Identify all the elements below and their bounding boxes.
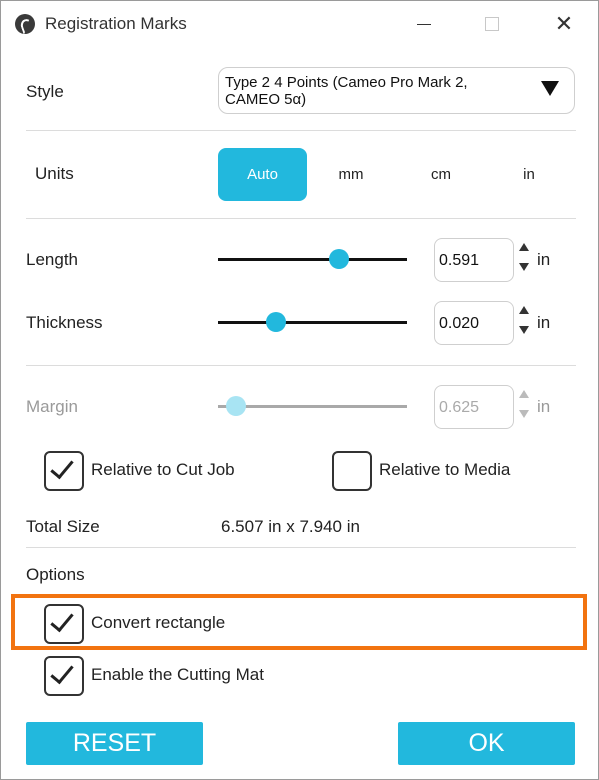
margin-unit: in [537,397,551,416]
relative-to-cut-job-label[interactable]: Relative to Cut Job [91,460,235,480]
silhouette-logo-icon [15,14,35,34]
length-spinner[interactable] [518,241,530,277]
checkmark-icon [50,607,74,633]
triangle-up-icon [519,390,529,398]
length-slider[interactable] [218,258,407,261]
length-value: 0.591 [439,252,480,269]
close-icon: ✕ [554,11,574,36]
total-size-label: Total Size [26,517,100,536]
unit-cm-button[interactable]: cm [411,148,471,201]
margin-spinner [518,388,530,424]
divider [26,218,576,219]
convert-rectangle-checkbox[interactable] [44,604,84,644]
convert-rectangle-label[interactable]: Convert rectangle [91,613,225,633]
length-label: Length [26,250,78,269]
maximize-button[interactable] [469,1,515,47]
style-selected-value: Type 2 4 Points (Cameo Pro Mark 2, CAMEO… [225,74,468,108]
triangle-up-icon[interactable] [519,243,529,251]
maximize-icon [485,17,499,31]
unit-in-button[interactable]: in [499,148,559,201]
enable-cutting-mat-label[interactable]: Enable the Cutting Mat [91,665,264,685]
triangle-down-icon[interactable] [519,263,529,271]
divider [26,130,576,131]
thickness-input[interactable]: 0.020 [434,301,514,345]
triangle-up-icon[interactable] [519,306,529,314]
margin-slider [218,405,407,408]
ok-button[interactable]: OK [398,722,575,765]
margin-slider-thumb [226,396,246,416]
style-dropdown[interactable]: Type 2 4 Points (Cameo Pro Mark 2, CAMEO… [218,67,575,114]
close-button[interactable]: ✕ [541,1,587,47]
length-unit: in [537,250,551,269]
reset-button[interactable]: RESET [26,722,203,765]
relative-to-media-checkbox[interactable] [332,451,372,491]
thickness-unit: in [537,313,551,332]
length-slider-thumb[interactable] [329,249,349,269]
triangle-down-icon [541,81,559,96]
margin-label: Margin [26,397,78,416]
triangle-down-icon [519,410,529,418]
margin-input: 0.625 [434,385,514,429]
registration-marks-dialog: Registration Marks ✕ Style Type 2 4 Poin… [0,0,599,780]
margin-value: 0.625 [439,399,480,416]
triangle-down-icon[interactable] [519,326,529,334]
thickness-slider[interactable] [218,321,407,324]
relative-to-cut-job-checkbox[interactable] [44,451,84,491]
units-label: Units [35,164,74,183]
options-label: Options [26,565,85,584]
divider [26,547,576,548]
unit-auto-button[interactable]: Auto [218,148,307,201]
relative-to-media-label[interactable]: Relative to Media [379,460,510,480]
divider [26,365,576,366]
thickness-value: 0.020 [439,315,480,332]
minimize-button[interactable] [401,1,447,47]
thickness-spinner[interactable] [518,304,530,340]
minimize-icon [417,23,431,25]
title-bar: Registration Marks ✕ [1,1,598,47]
checkmark-icon [50,659,74,685]
window-title: Registration Marks [45,14,187,33]
thickness-label: Thickness [26,313,103,332]
length-input[interactable]: 0.591 [434,238,514,282]
unit-mm-button[interactable]: mm [321,148,381,201]
style-label: Style [26,82,64,101]
enable-cutting-mat-checkbox[interactable] [44,656,84,696]
checkmark-icon [50,454,74,480]
total-size-value: 6.507 in x 7.940 in [221,517,360,536]
thickness-slider-thumb[interactable] [266,312,286,332]
